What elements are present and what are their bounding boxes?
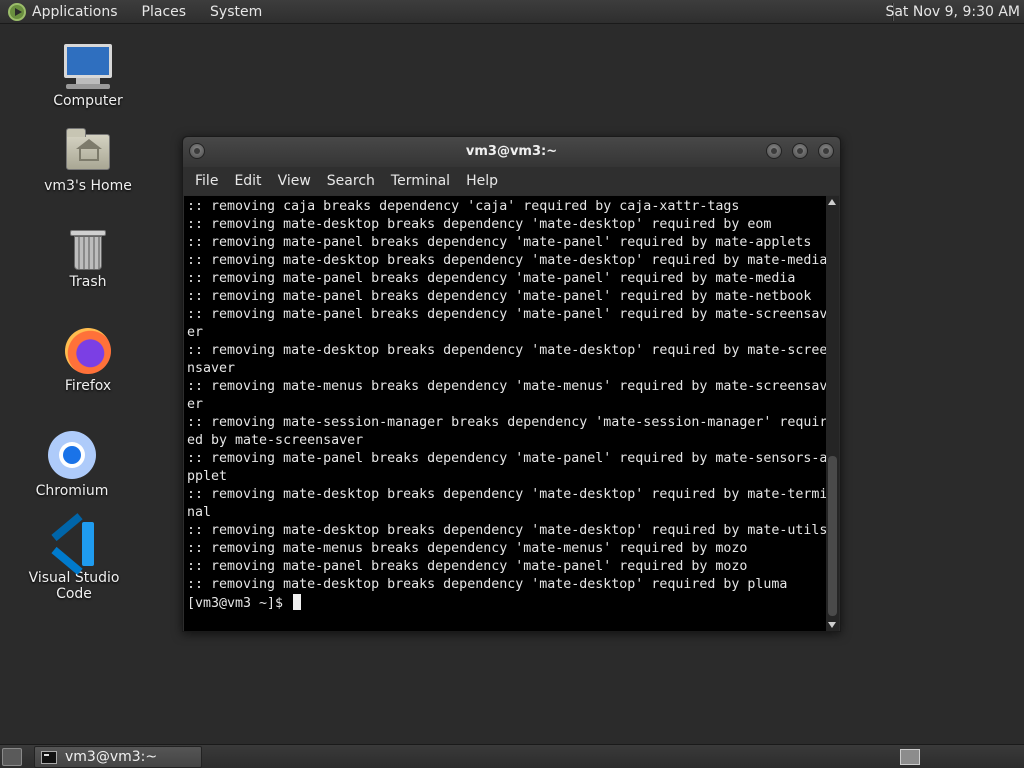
menu-file[interactable]: File	[193, 173, 220, 189]
terminal-line: :: removing mate-desktop breaks dependen…	[187, 577, 788, 592]
top-panel: Applications Places System Sat Nov 9, 9:…	[0, 0, 1024, 24]
desktop-icon-trash[interactable]: Trash	[28, 230, 148, 290]
computer-icon	[28, 44, 148, 89]
text-cursor	[293, 594, 302, 610]
menu-terminal[interactable]: Terminal	[389, 173, 452, 189]
menu-applications[interactable]: Applications	[0, 0, 142, 24]
desktop-icon-label: Firefox	[64, 378, 112, 394]
terminal-line: :: removing mate-panel breaks dependency…	[187, 559, 748, 574]
terminal-window[interactable]: vm3@vm3:~ File Edit View Search Terminal…	[182, 136, 841, 632]
minimize-button[interactable]	[766, 143, 782, 159]
desktop-icon-label: vm3's Home	[44, 178, 132, 194]
firefox-icon	[28, 328, 148, 374]
desktop-icon-label: Visual Studio Code	[28, 570, 120, 602]
terminal-scrollbar[interactable]	[826, 196, 839, 631]
shell-prompt: [vm3@vm3 ~]$	[187, 596, 292, 611]
taskbar-window-label: vm3@vm3:~	[65, 749, 158, 765]
window-titlebar[interactable]: vm3@vm3:~	[183, 137, 840, 167]
terminal-line: ed by mate-screensaver	[187, 433, 364, 448]
vscode-icon	[14, 513, 134, 575]
terminal-line: :: removing mate-desktop breaks dependen…	[187, 217, 772, 232]
menu-view[interactable]: View	[276, 173, 313, 189]
desktop-icon-home[interactable]: vm3's Home	[28, 128, 148, 194]
terminal-line: nal	[187, 505, 212, 520]
maximize-button[interactable]	[792, 143, 808, 159]
menu-applications-label: Applications	[32, 3, 118, 20]
terminal-line: :: removing mate-menus breaks dependency…	[187, 541, 748, 556]
desktop-icon-firefox[interactable]: Firefox	[28, 328, 148, 394]
desktop-icon-label: Computer	[53, 93, 123, 109]
terminal-prompt-line: [vm3@vm3 ~]$	[187, 594, 827, 613]
terminal-line: :: removing mate-panel breaks dependency…	[187, 307, 827, 322]
menu-search[interactable]: Search	[325, 173, 377, 189]
close-button[interactable]	[818, 143, 834, 159]
show-desktop-button[interactable]	[2, 748, 22, 766]
desktop-icon-computer[interactable]: Computer	[28, 44, 148, 109]
chromium-icon	[12, 431, 132, 479]
terminal-line: :: removing mate-panel breaks dependency…	[187, 451, 827, 466]
menu-edit[interactable]: Edit	[232, 173, 263, 189]
terminal-line: :: removing mate-desktop breaks dependen…	[187, 343, 827, 358]
terminal-line: :: removing mate-desktop breaks dependen…	[187, 523, 827, 538]
menu-help[interactable]: Help	[464, 173, 500, 189]
terminal-line: :: removing mate-menus breaks dependency…	[187, 379, 827, 394]
taskbar-window-button[interactable]: vm3@vm3:~	[34, 746, 202, 768]
menu-system[interactable]: System	[210, 0, 286, 24]
home-folder-icon	[28, 128, 148, 174]
terminal-line: er	[187, 325, 204, 340]
menu-system-label: System	[210, 3, 263, 20]
terminal-line: :: removing mate-panel breaks dependency…	[187, 235, 812, 250]
menu-places[interactable]: Places	[142, 0, 211, 24]
terminal-line: :: removing mate-desktop breaks dependen…	[187, 487, 827, 502]
desktop-icon-label: Chromium	[35, 483, 109, 499]
mate-logo-icon	[8, 2, 26, 21]
desktop-icon-vscode[interactable]: Visual Studio Code	[14, 513, 134, 602]
terminal-line: pplet	[187, 469, 228, 484]
terminal-line: nsaver	[187, 361, 236, 376]
terminal-line: :: removing mate-desktop breaks dependen…	[187, 253, 827, 268]
terminal-output[interactable]: :: removing caja breaks dependency 'caja…	[184, 196, 827, 631]
menu-places-label: Places	[141, 3, 187, 20]
terminal-line: :: removing mate-panel breaks dependency…	[187, 289, 812, 304]
scrollbar-thumb[interactable]	[828, 456, 837, 616]
workspace-switcher[interactable]	[900, 749, 920, 765]
desktop-icon-label: Trash	[69, 274, 107, 290]
desktop-icon-chromium[interactable]: Chromium	[12, 431, 132, 499]
terminal-menubar: File Edit View Search Terminal Help	[183, 167, 840, 195]
trash-icon	[28, 230, 148, 270]
terminal-icon	[41, 750, 57, 764]
clock[interactable]: Sat Nov 9, 9:30 AM	[885, 0, 1020, 24]
terminal-line: :: removing mate-panel breaks dependency…	[187, 271, 796, 286]
scroll-down-arrow-icon[interactable]	[828, 622, 836, 628]
bottom-panel: vm3@vm3:~	[0, 744, 1024, 768]
window-title: vm3@vm3:~	[465, 144, 558, 159]
scroll-up-arrow-icon[interactable]	[828, 199, 836, 205]
terminal-line: er	[187, 397, 204, 412]
terminal-line: :: removing mate-session-manager breaks …	[187, 415, 827, 430]
terminal-line: :: removing caja breaks dependency 'caja…	[187, 199, 740, 214]
